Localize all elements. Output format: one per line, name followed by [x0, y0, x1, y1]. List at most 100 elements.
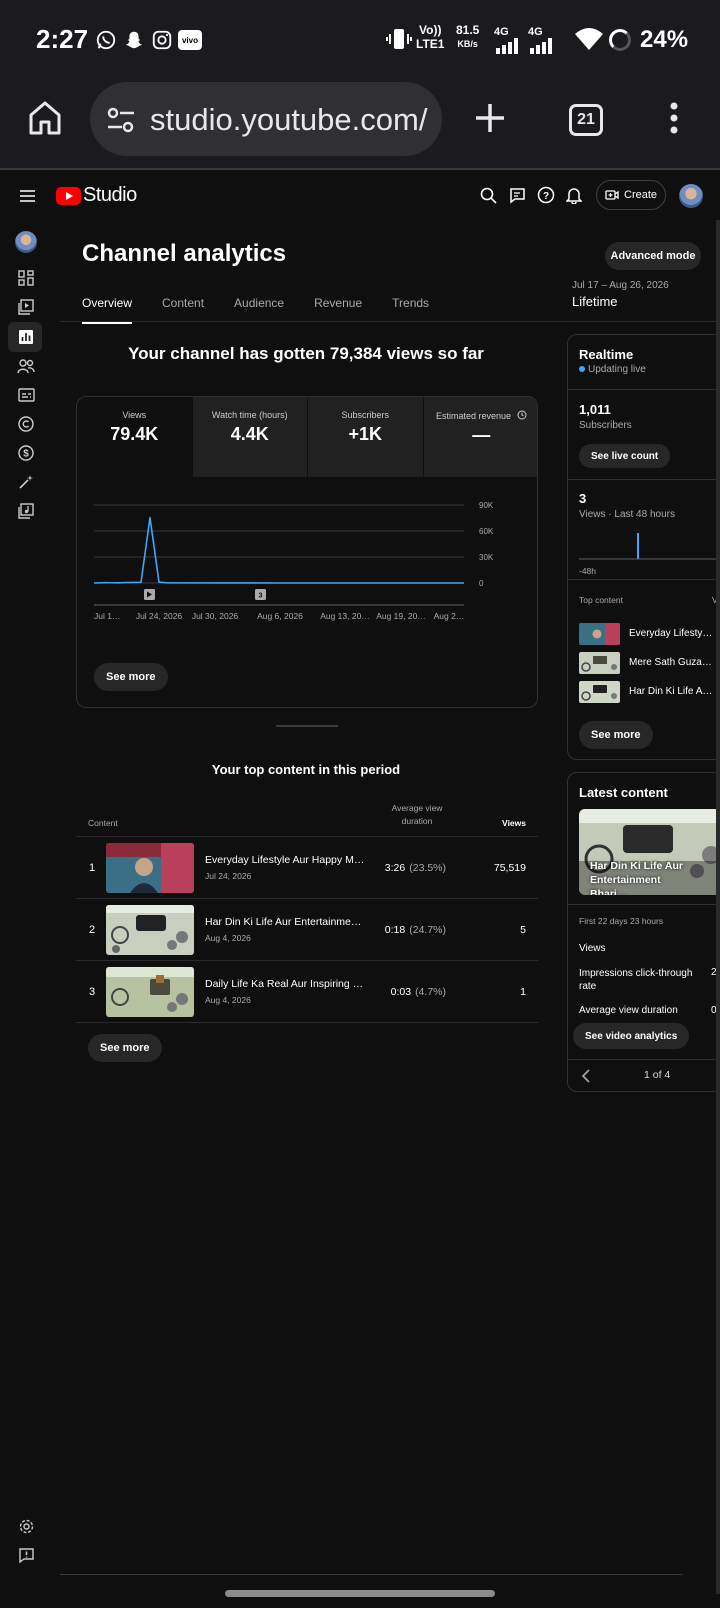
- copyright-icon[interactable]: [16, 414, 36, 434]
- metric-subscribers[interactable]: Subscribers +1K: [308, 397, 424, 477]
- video-date: Jul 24, 2026: [205, 871, 252, 881]
- list-item[interactable]: Har Din Ki Life A…: [579, 681, 720, 703]
- views-headline: Your channel has gotten 79,384 views so …: [128, 344, 484, 363]
- home-icon[interactable]: [28, 100, 62, 141]
- latest-stat-ctr: Impressions click-through rate: [579, 968, 693, 992]
- studio-logo-text[interactable]: Studio: [83, 184, 137, 207]
- divider: [568, 904, 720, 905]
- settings-gear-icon[interactable]: [16, 1516, 36, 1536]
- site-settings-icon[interactable]: [106, 107, 136, 138]
- gesture-bar[interactable]: [225, 1590, 495, 1597]
- customization-wand-icon[interactable]: [16, 472, 36, 492]
- row-rank: 1: [89, 862, 96, 874]
- subtitles-icon[interactable]: [16, 385, 36, 405]
- realtime-subs-value: 1,011: [579, 402, 611, 417]
- battery-percent: 24%: [640, 26, 689, 53]
- y-tick-label: 60K: [479, 527, 494, 536]
- latest-content-card: Latest content Har Din Ki Life Aur Enter…: [567, 772, 720, 1092]
- metric-value: 79.4K: [110, 424, 159, 444]
- metric-watch-time[interactable]: Watch time (hours) 4.4K: [192, 397, 308, 477]
- table-row[interactable]: 3 Daily Life Ka Real Aur Inspiring D… Au…: [76, 960, 538, 1022]
- community-icon[interactable]: [16, 356, 36, 376]
- see-live-count-button[interactable]: See live count: [579, 444, 671, 468]
- video-thumbnail[interactable]: [106, 967, 194, 1017]
- realtime-bar: [637, 533, 639, 559]
- video-title: Everyday Lifesty…: [629, 628, 713, 639]
- updating-live: Updating live: [579, 364, 646, 375]
- video-title[interactable]: Everyday Lifestyle Aur Happy Mo…: [205, 854, 365, 866]
- studio-header: Studio ? Create: [0, 172, 720, 220]
- channel-avatar[interactable]: [15, 231, 37, 253]
- tab-trends[interactable]: Trends: [392, 296, 429, 324]
- youtube-logo-icon[interactable]: [56, 187, 81, 205]
- see-video-analytics-button[interactable]: See video analytics: [573, 1023, 690, 1049]
- analytics-icon[interactable]: [16, 327, 36, 347]
- overview-see-more-button[interactable]: See more: [94, 663, 168, 691]
- content-icon[interactable]: [16, 297, 36, 317]
- col-views[interactable]: Views: [502, 818, 526, 828]
- audio-library-icon[interactable]: [16, 501, 36, 521]
- feedback-chat-icon[interactable]: [509, 187, 526, 209]
- tab-content[interactable]: Content: [162, 296, 204, 324]
- vivo-icon: vivo: [178, 30, 202, 50]
- latest-video-thumbnail[interactable]: Har Din Ki Life Aur Entertainment Bhari…: [579, 809, 720, 895]
- realtime-views-label: Views · Last 48 hours: [579, 509, 675, 520]
- realtime-see-more-button[interactable]: See more: [579, 721, 653, 749]
- date-range-label[interactable]: Jul 17 – Aug 26, 2026: [572, 280, 669, 291]
- metric-label: Views: [122, 410, 147, 420]
- x-tick-label: Aug 6, 2026: [257, 611, 303, 621]
- overview-card: Views 79.4K Watch time (hours) 4.4K Subs…: [76, 396, 538, 708]
- search-icon[interactable]: [480, 187, 497, 209]
- video-views: 75,519: [493, 862, 526, 874]
- create-button[interactable]: Create: [596, 180, 666, 210]
- col-avd[interactable]: Average view duration: [382, 802, 452, 828]
- chevron-left-icon[interactable]: [581, 1069, 591, 1088]
- tab-revenue[interactable]: Revenue: [314, 296, 362, 324]
- send-feedback-icon[interactable]: [16, 1545, 36, 1565]
- table-row[interactable]: 1 Everyday Lifestyle Aur Happy Mo… Jul 2…: [76, 836, 538, 898]
- divider: [568, 579, 720, 580]
- more-menu-icon[interactable]: [669, 102, 679, 139]
- video-thumbnail[interactable]: [106, 905, 194, 955]
- tab-overview[interactable]: Overview: [82, 296, 133, 324]
- metric-value: +1K: [348, 424, 383, 444]
- metric-views[interactable]: Views 79.4K: [77, 397, 193, 477]
- page-scrollbar[interactable]: [716, 220, 720, 1594]
- video-views: 1: [520, 986, 526, 998]
- tab-switcher-button[interactable]: 21: [569, 104, 603, 136]
- metric-tabs: Views 79.4K Watch time (hours) 4.4K Subs…: [77, 397, 537, 477]
- video-thumbnail[interactable]: [106, 843, 194, 893]
- notifications-bell-icon[interactable]: [565, 186, 583, 209]
- video-plus-icon: [605, 190, 619, 200]
- clock-icon: [517, 410, 527, 420]
- dashboard-icon[interactable]: [16, 268, 36, 288]
- page-title: Channel analytics: [82, 240, 287, 267]
- help-icon[interactable]: ?: [537, 186, 555, 209]
- views-line-chart[interactable]: 90K 60K 30K 0 3 Jul 1… Jul 24, 2026 Jul 30, 202…: [77, 477, 538, 637]
- table-bottom-border: [76, 1022, 538, 1023]
- tab-audience[interactable]: Audience: [234, 296, 284, 324]
- list-item[interactable]: Everyday Lifesty…: [579, 623, 720, 645]
- advanced-mode-button[interactable]: Advanced mode: [605, 242, 701, 270]
- realtime-bar-chart[interactable]: [579, 533, 720, 563]
- video-date: Aug 4, 2026: [205, 995, 251, 1005]
- table-row[interactable]: 2 Har Din Ki Life Aur Entertainment… Aug…: [76, 898, 538, 960]
- new-tab-icon[interactable]: [474, 102, 506, 139]
- divider: [568, 389, 720, 390]
- realtime-title: Realtime: [579, 347, 634, 362]
- list-item[interactable]: Mere Sath Guza…: [579, 652, 720, 674]
- top-content-see-more-button[interactable]: See more: [88, 1034, 162, 1062]
- earn-icon[interactable]: $: [16, 443, 36, 463]
- account-avatar[interactable]: [679, 184, 703, 208]
- video-title[interactable]: Daily Life Ka Real Aur Inspiring D…: [205, 978, 365, 990]
- x-tick-label: Jul 30, 2026: [192, 611, 239, 621]
- url-bar[interactable]: studio.youtube.com/: [90, 82, 442, 156]
- top-content-title: Your top content in this period: [211, 762, 401, 777]
- period-selector[interactable]: Lifetime: [572, 294, 618, 309]
- row-rank: 2: [89, 924, 96, 936]
- video-title[interactable]: Har Din Ki Life Aur Entertainment…: [205, 916, 365, 928]
- realtime-card: Realtime Updating live 1,011 Subscribers…: [567, 334, 720, 760]
- realtime-views-value: 3: [579, 491, 587, 506]
- metric-revenue[interactable]: Estimated revenue —: [423, 397, 537, 477]
- hamburger-menu-icon[interactable]: [20, 189, 35, 207]
